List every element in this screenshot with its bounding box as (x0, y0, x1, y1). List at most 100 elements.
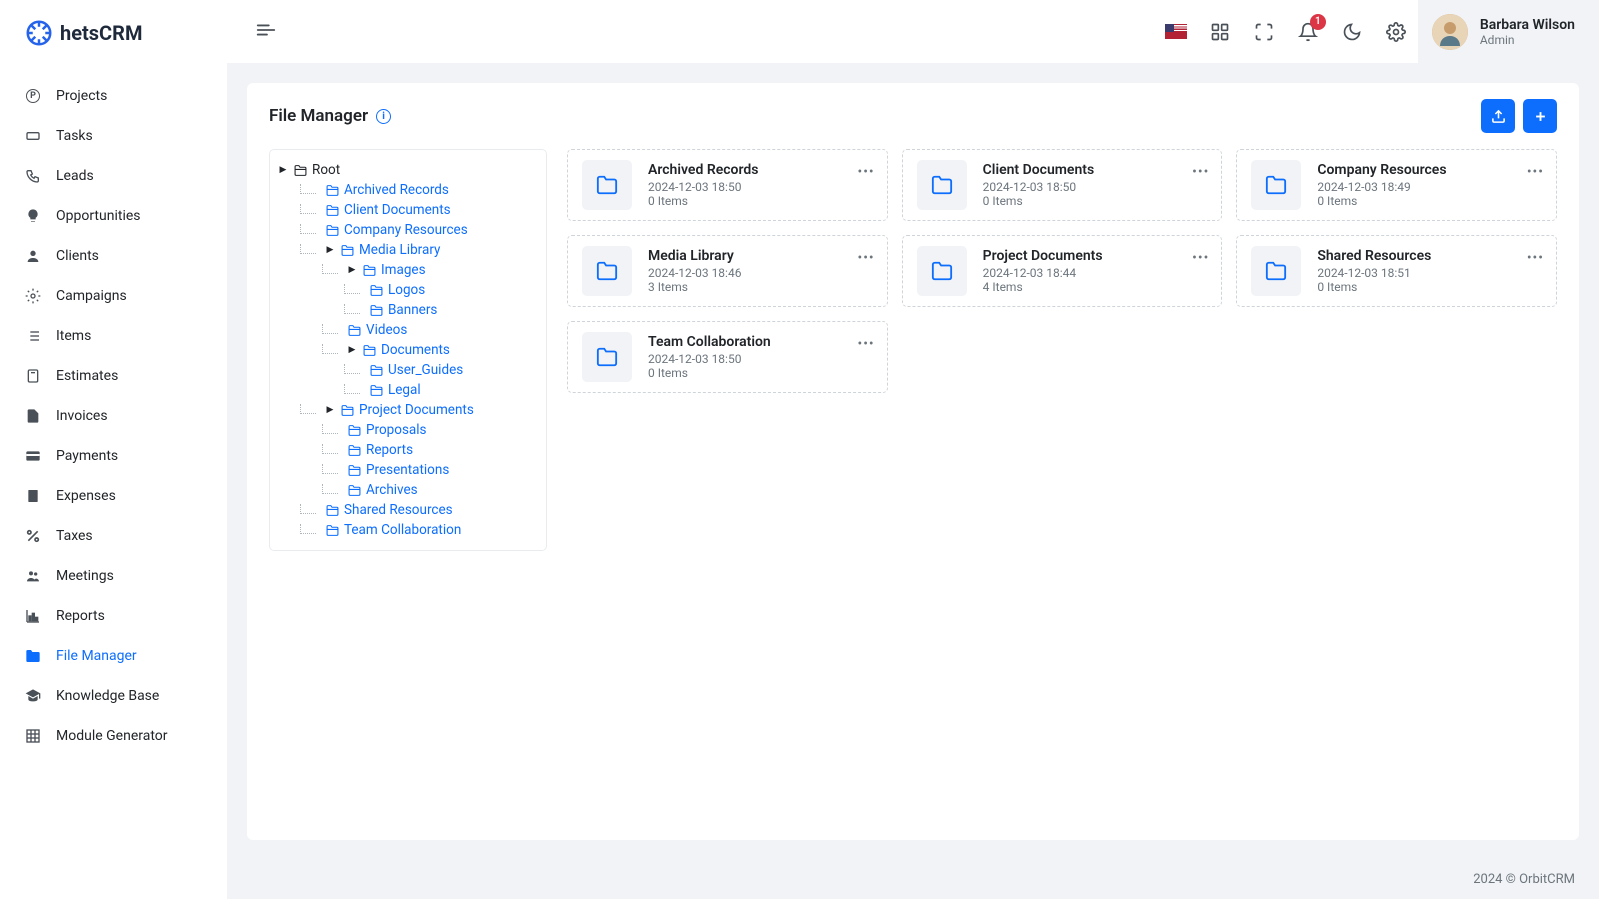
folder-name: Archived Records (648, 162, 873, 178)
tree-node-root[interactable]: ▶ Root (278, 160, 538, 180)
info-icon[interactable]: i (376, 109, 391, 124)
folder-tree: ▶ Root Archived Records Client Documents… (269, 149, 547, 551)
folder-card[interactable]: Team Collaboration 2024-12-03 18:50 0 It… (567, 321, 888, 393)
tree-branch-icon (300, 404, 316, 414)
theme-toggle[interactable] (1330, 10, 1374, 54)
folder-items: 0 Items (648, 366, 873, 380)
nav-item-tasks[interactable]: Tasks (0, 116, 227, 156)
tree-branch-icon (322, 444, 338, 454)
tree-node-banners[interactable]: Banners (344, 300, 538, 320)
nav-item-taxes[interactable]: Taxes (0, 516, 227, 556)
tree-node-presentations[interactable]: Presentations (322, 460, 538, 480)
tree-node-shared[interactable]: Shared Resources (300, 500, 538, 520)
folder-icon (24, 647, 42, 665)
tree-branch-icon (322, 264, 338, 274)
chevron-right-icon[interactable]: ▶ (347, 345, 357, 355)
tree-node-project-docs[interactable]: ▶ Project Documents (300, 400, 538, 420)
brand-logo[interactable]: hetsCRM (0, 0, 227, 66)
folder-card[interactable]: Client Documents 2024-12-03 18:50 0 Item… (902, 149, 1223, 221)
tree-node-logos[interactable]: Logos (344, 280, 538, 300)
add-button[interactable] (1523, 99, 1557, 133)
grid-icon (24, 727, 42, 745)
tree-node-archived[interactable]: Archived Records (300, 180, 538, 200)
nav-item-invoices[interactable]: Invoices (0, 396, 227, 436)
tree-node-legal[interactable]: Legal (344, 380, 538, 400)
folder-icon (347, 323, 361, 337)
tree-node-proposals[interactable]: Proposals (322, 420, 538, 440)
tree-branch-icon (300, 204, 316, 214)
folder-card[interactable]: Archived Records 2024-12-03 18:50 0 Item… (567, 149, 888, 221)
grad-icon (24, 687, 42, 705)
tree-node-team[interactable]: Team Collaboration (300, 520, 538, 540)
folder-card[interactable]: Media Library 2024-12-03 18:46 3 Items •… (567, 235, 888, 307)
folder-icon (369, 383, 383, 397)
folder-name: Project Documents (983, 248, 1208, 264)
nav-item-payments[interactable]: Payments (0, 436, 227, 476)
more-menu-icon[interactable]: ••• (857, 336, 874, 352)
tree-node-user-guides[interactable]: User_Guides (344, 360, 538, 380)
apps-button[interactable] (1198, 10, 1242, 54)
nav-item-file-manager[interactable]: File Manager (0, 636, 227, 676)
tree-node-reports[interactable]: Reports (322, 440, 538, 460)
folder-card[interactable]: Project Documents 2024-12-03 18:44 4 Ite… (902, 235, 1223, 307)
more-menu-icon[interactable]: ••• (857, 250, 874, 266)
folder-card[interactable]: Shared Resources 2024-12-03 18:51 0 Item… (1236, 235, 1557, 307)
nav-item-estimates[interactable]: Estimates (0, 356, 227, 396)
nav-label: Expenses (56, 488, 116, 504)
settings-button[interactable] (1374, 10, 1418, 54)
tree-node-client-docs[interactable]: Client Documents (300, 200, 538, 220)
folder-icon (347, 483, 361, 497)
chevron-right-icon[interactable]: ▶ (347, 265, 357, 275)
more-menu-icon[interactable]: ••• (1527, 164, 1544, 180)
notifications-button[interactable]: 1 (1286, 10, 1330, 54)
folder-icon (347, 423, 361, 437)
folder-icon (325, 523, 339, 537)
folder-date: 2024-12-03 18:44 (983, 266, 1208, 280)
tree-node-company-res[interactable]: Company Resources (300, 220, 538, 240)
tree-node-archives[interactable]: Archives (322, 480, 538, 500)
nav-item-clients[interactable]: Clients (0, 236, 227, 276)
folder-icon (1251, 246, 1301, 296)
gear-icon (24, 287, 42, 305)
nav-item-knowledge-base[interactable]: Knowledge Base (0, 676, 227, 716)
folder-icon (325, 183, 339, 197)
language-selector[interactable] (1154, 10, 1198, 54)
more-menu-icon[interactable]: ••• (1192, 250, 1209, 266)
nav-item-opportunities[interactable]: Opportunities (0, 196, 227, 236)
nav-item-expenses[interactable]: Expenses (0, 476, 227, 516)
tree-branch-icon (300, 524, 316, 534)
tree-node-docs[interactable]: ▶ Documents (322, 340, 538, 360)
card-icon (24, 447, 42, 465)
chevron-right-icon[interactable]: ▶ (325, 405, 335, 415)
nav-item-projects[interactable]: PProjects (0, 76, 227, 116)
folder-icon (369, 303, 383, 317)
nav-label: Estimates (56, 368, 118, 384)
more-menu-icon[interactable]: ••• (1527, 250, 1544, 266)
nav-item-items[interactable]: Items (0, 316, 227, 356)
tree-node-videos[interactable]: Videos (322, 320, 538, 340)
nav-label: Module Generator (56, 728, 168, 744)
chevron-right-icon[interactable]: ▶ (325, 245, 335, 255)
menu-toggle-button[interactable] (247, 11, 285, 53)
folder-card[interactable]: Company Resources 2024-12-03 18:49 0 Ite… (1236, 149, 1557, 221)
nav-item-campaigns[interactable]: Campaigns (0, 276, 227, 316)
nav-item-meetings[interactable]: Meetings (0, 556, 227, 596)
folder-name: Team Collaboration (648, 334, 873, 350)
folder-date: 2024-12-03 18:51 (1317, 266, 1542, 280)
fullscreen-button[interactable] (1242, 10, 1286, 54)
nav-item-reports[interactable]: Reports (0, 596, 227, 636)
folder-open-icon (293, 163, 307, 177)
more-menu-icon[interactable]: ••• (1192, 164, 1209, 180)
user-menu[interactable]: Barbara Wilson Admin (1418, 0, 1599, 63)
upload-button[interactable] (1481, 99, 1515, 133)
more-menu-icon[interactable]: ••• (857, 164, 874, 180)
folder-date: 2024-12-03 18:49 (1317, 180, 1542, 194)
tree-node-images[interactable]: ▶ Images (322, 260, 538, 280)
nav-item-leads[interactable]: Leads (0, 156, 227, 196)
folder-date: 2024-12-03 18:46 (648, 266, 873, 280)
nav-item-module-generator[interactable]: Module Generator (0, 716, 227, 756)
tree-node-media[interactable]: ▶ Media Library (300, 240, 538, 260)
chevron-right-icon[interactable]: ▶ (278, 165, 288, 175)
tree-branch-icon (300, 184, 316, 194)
folder-icon (582, 160, 632, 210)
